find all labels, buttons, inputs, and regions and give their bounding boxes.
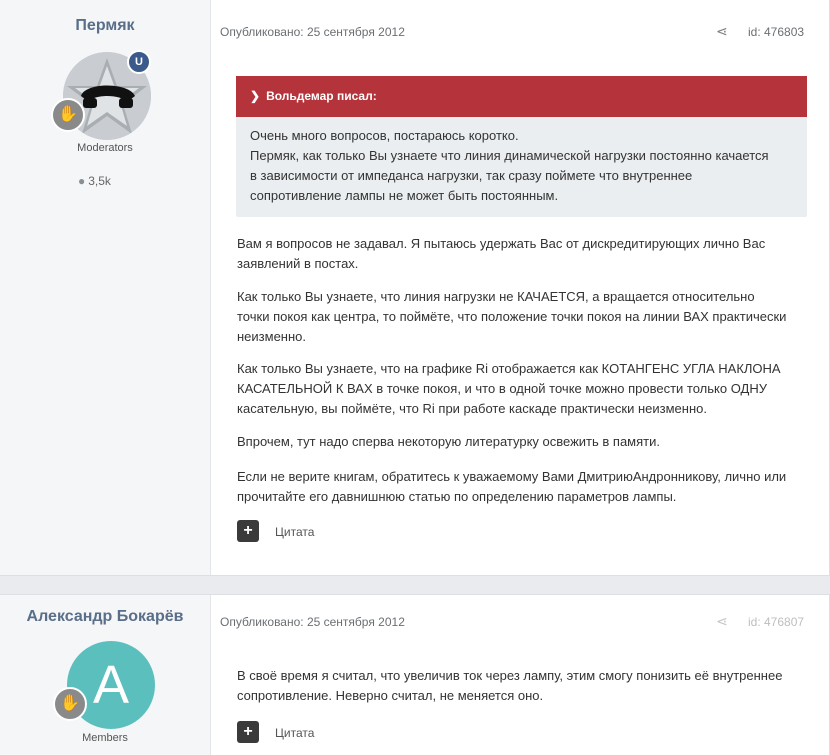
chevron-down-icon: ❯ <box>250 89 261 103</box>
avatar-container: U ✋ <box>51 50 151 140</box>
quote-header[interactable]: ❯ Вольдемар писал: <box>236 76 807 117</box>
post-paragraph: Вам я вопросов не задавал. Я пытаюсь уде… <box>237 234 809 274</box>
quote-author: Вольдемар писал: <box>266 89 377 103</box>
hand-rank-icon: ✋ <box>53 687 87 721</box>
text-line: точки покоя как центра, то поймёте, что … <box>237 309 787 324</box>
quote-button[interactable]: Цитата <box>275 726 314 740</box>
post-paragraph: Как только Вы узнаете, что линия нагрузк… <box>237 287 809 347</box>
text-line: Если не верите книгам, обратитесь к уваж… <box>237 469 787 484</box>
text-line: Вам я вопросов не задавал. Я пытаюсь уде… <box>237 236 766 251</box>
share-icon[interactable]: ⋖ <box>716 23 728 40</box>
post-paragraph: В своё время я считал, что увеличив ток … <box>237 666 809 706</box>
text-line: заявлений в постах. <box>237 256 359 271</box>
post-id[interactable]: id: 476803 <box>748 25 804 39</box>
quote-button[interactable]: Цитата <box>275 525 314 539</box>
quote-line: сопротивление лампы не может быть постоя… <box>250 188 559 203</box>
avatar-container: A ✋ <box>53 641 155 729</box>
post-date: Опубликовано: 25 сентября 2012 <box>220 25 405 39</box>
plus-icon[interactable]: + <box>237 721 259 743</box>
quote-line: в зависимости от импеданса нагрузки, так… <box>250 168 693 183</box>
group-title: Moderators <box>77 142 133 154</box>
text-line: касательную, вы поймёте, что Ri при рабо… <box>237 401 707 416</box>
post-id[interactable]: id: 476807 <box>748 615 804 629</box>
author-name[interactable]: Александр Бокарёв <box>0 608 210 626</box>
text-line: Как только Вы узнаете, что линия нагрузк… <box>237 289 755 304</box>
post-date: Опубликовано: 25 сентября 2012 <box>220 615 405 629</box>
comment-icon: ● <box>78 174 86 188</box>
text-line: В своё время я считал, что увеличив ток … <box>237 668 783 683</box>
author-name[interactable]: Пермяк <box>0 17 210 35</box>
share-icon[interactable]: ⋖ <box>716 613 728 630</box>
text-line: сопротивление. Неверно считал, не меняет… <box>237 688 544 703</box>
moderator-badge-icon: U <box>127 50 151 74</box>
quote-line: Очень много вопросов, постараюсь коротко… <box>250 128 519 143</box>
quote-line: Пермяк, как только Вы узнаете что линия … <box>250 148 769 163</box>
post-count[interactable]: ● 3,5k <box>78 174 111 188</box>
post-paragraph: Если не верите книгам, обратитесь к уваж… <box>237 467 809 507</box>
post-paragraph: Впрочем, тут надо сперва некоторую литер… <box>237 432 809 452</box>
text-line: прочитайте его давнишнюю статью по опред… <box>237 489 677 504</box>
text-line: КАСАТЕЛЬНОЙ К ВАХ в точке покоя, и что в… <box>237 381 767 396</box>
quote-body: Очень много вопросов, постараюсь коротко… <box>236 117 807 217</box>
plus-icon[interactable]: + <box>237 520 259 542</box>
text-line: Впрочем, тут надо сперва некоторую литер… <box>237 434 660 449</box>
hand-rank-icon: ✋ <box>51 98 85 132</box>
quote-block: ❯ Вольдемар писал: Очень много вопросов, … <box>236 76 807 217</box>
post-paragraph: Как только Вы узнаете, что на графике Ri… <box>237 359 809 419</box>
post-count-value: 3,5k <box>88 174 111 188</box>
text-line: неизменно. <box>237 329 306 344</box>
text-line: Как только Вы узнаете, что на графике Ri… <box>237 361 781 376</box>
group-title: Members <box>82 732 128 744</box>
